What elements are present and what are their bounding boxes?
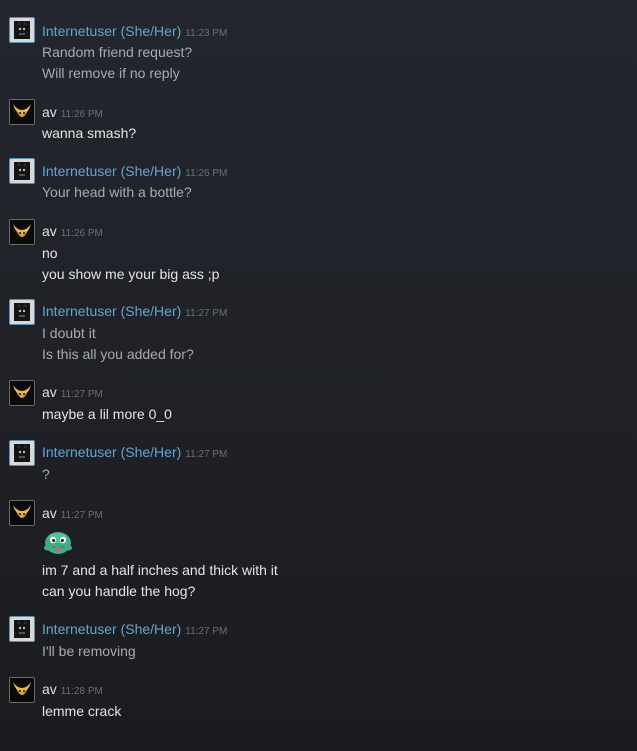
timestamp: 11:27 PM: [60, 389, 103, 400]
message-text: you show me your big ass ;p: [42, 266, 220, 282]
timestamp: 11:28 PM: [60, 686, 103, 697]
horned-mask-avatar-icon[interactable]: [9, 500, 35, 526]
message-text: can you handle the hog?: [42, 583, 196, 599]
timestamp: 11:26 PM: [60, 228, 103, 239]
wolf-avatar-icon[interactable]: [9, 440, 35, 466]
message-header: Internetuser (She/Her) 11:27 PM: [42, 443, 227, 461]
timestamp: 11:26 PM: [60, 109, 103, 120]
message-header: Internetuser (She/Her) 11:26 PM: [42, 162, 227, 180]
message-text: im 7 and a half inches and thick with it: [42, 562, 278, 578]
wolf-avatar-icon[interactable]: [9, 17, 35, 43]
timestamp: 11:27 PM: [60, 510, 103, 521]
message-text: Will remove if no reply: [42, 65, 180, 81]
message-text: lemme crack: [42, 703, 122, 719]
message-text: ?: [42, 466, 50, 482]
message-text: no: [42, 245, 58, 261]
message-text: Your head with a bottle?: [42, 184, 192, 200]
author-name[interactable]: Internetuser (She/Her): [42, 163, 181, 179]
horned-mask-avatar-icon[interactable]: [9, 99, 35, 125]
message-header: av 11:26 PM: [42, 103, 103, 121]
horned-mask-avatar-icon[interactable]: [9, 219, 35, 245]
message-text: wanna smash?: [42, 125, 137, 141]
author-name[interactable]: Internetuser (She/Her): [42, 303, 181, 319]
author-name[interactable]: av: [42, 384, 57, 400]
timestamp: 11:27 PM: [185, 308, 228, 319]
horned-mask-avatar-icon[interactable]: [9, 677, 35, 703]
message-text: maybe a lil more 0_0: [42, 406, 172, 422]
timestamp: 11:26 PM: [185, 168, 228, 179]
message-header: Internetuser (She/Her) 11:27 PM: [42, 620, 227, 638]
message-text: Random friend request?: [42, 44, 193, 60]
author-name[interactable]: av: [42, 505, 57, 521]
author-name[interactable]: Internetuser (She/Her): [42, 621, 181, 637]
horned-mask-avatar-icon[interactable]: [9, 380, 35, 406]
message-header: Internetuser (She/Her) 11:23 PM: [42, 22, 227, 40]
message-header: av 11:27 PM: [42, 504, 103, 522]
message-header: Internetuser (She/Her) 11:27 PM: [42, 302, 227, 320]
chat-log: Internetuser (She/Her) 11:23 PM Random fr…: [0, 0, 637, 751]
message-header: av 11:27 PM: [42, 383, 103, 401]
author-name[interactable]: av: [42, 223, 57, 239]
wolf-avatar-icon[interactable]: [9, 299, 35, 325]
message-header: av 11:26 PM: [42, 222, 103, 240]
timestamp: 11:23 PM: [185, 28, 228, 39]
message-text: I doubt it: [42, 325, 96, 341]
author-name[interactable]: av: [42, 681, 57, 697]
timestamp: 11:27 PM: [185, 449, 228, 460]
timestamp: 11:27 PM: [185, 626, 228, 637]
message-header: av 11:28 PM: [42, 680, 103, 698]
author-name[interactable]: av: [42, 104, 57, 120]
author-name[interactable]: Internetuser (She/Her): [42, 444, 181, 460]
message-text: I'll be removing: [42, 643, 136, 659]
wolf-avatar-icon[interactable]: [9, 616, 35, 642]
green-tongue-emote-icon: [42, 529, 74, 557]
message-text: Is this all you added for?: [42, 346, 194, 362]
author-name[interactable]: Internetuser (She/Her): [42, 23, 181, 39]
wolf-avatar-icon[interactable]: [9, 158, 35, 184]
